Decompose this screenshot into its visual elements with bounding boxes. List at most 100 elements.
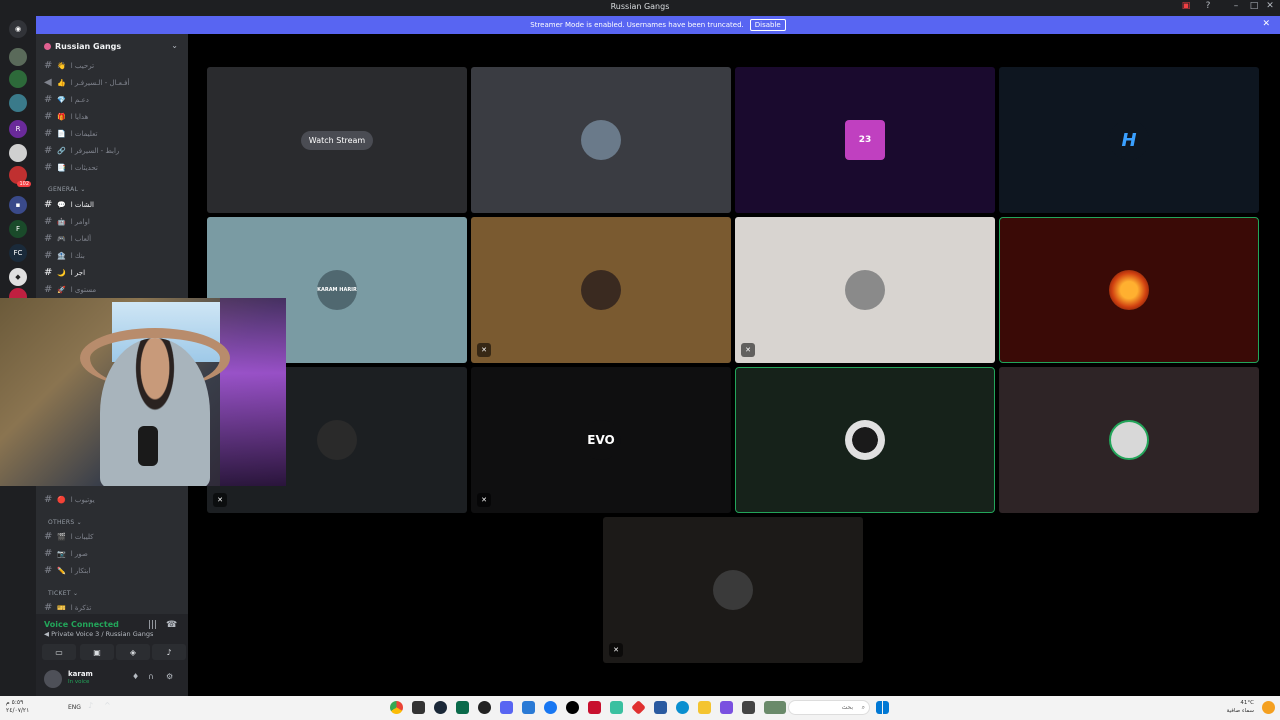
activities-button[interactable]: ◈ [116, 644, 150, 660]
participant-avatar [713, 570, 753, 610]
server-icon[interactable] [9, 144, 27, 162]
channel-item[interactable]: # 🌙 اجر ا [44, 265, 180, 280]
language-indicator[interactable]: ENG [68, 704, 81, 711]
help-icon[interactable]: ? [1200, 1, 1216, 11]
channel-item[interactable]: # 🎫 تذكرة ا [44, 600, 180, 615]
category-others[interactable]: OTHERS ⌄ [48, 519, 82, 526]
server-icon[interactable] [9, 94, 27, 112]
app-icon[interactable] [742, 701, 755, 714]
app-icon[interactable] [478, 701, 491, 714]
channel-item[interactable]: # 🔗 رابط - السيرفر ا [44, 143, 180, 158]
participant-tile[interactable]: H [999, 67, 1259, 213]
channel-item[interactable]: # ✏️ ابتكار ا [44, 563, 180, 578]
participant-tile[interactable]: ✕ [735, 217, 995, 363]
app-icon[interactable] [522, 701, 535, 714]
channel-item[interactable]: # 📑 تحديثات ا [44, 160, 180, 175]
channel-item[interactable]: # 🤖 اوامر ا [44, 214, 180, 229]
muted-icon: ✕ [477, 493, 491, 507]
inbox-icon[interactable]: ▣ [1178, 1, 1194, 11]
discord-icon[interactable] [500, 701, 513, 714]
soundboard-button[interactable]: ♪ [152, 644, 186, 660]
channel-item[interactable]: # 🚀 مستوى ا [44, 282, 180, 297]
channel-item[interactable]: # 💬 الشات ا [44, 197, 180, 212]
camera-button[interactable]: ▭ [42, 644, 76, 660]
participant-tile[interactable]: EVO ✕ [471, 367, 731, 513]
minimize-button[interactable]: – [1228, 1, 1244, 11]
clock[interactable]: ٥:٥٩ م ٢٤/٠٧/٢١ [6, 699, 29, 715]
facebook-icon[interactable] [544, 701, 557, 714]
server-avatar-icon [44, 43, 51, 50]
microphone-icon[interactable]: ♦ [132, 672, 139, 681]
chrome-icon[interactable] [390, 701, 403, 714]
maximize-button[interactable]: □ [1246, 1, 1262, 11]
channel-item[interactable]: # 🏦 بنك ا [44, 248, 180, 263]
voice-channel-name[interactable]: ◀ Private Voice 3 / Russian Gangs [44, 630, 153, 638]
participant-tile[interactable] [999, 367, 1259, 513]
steam-icon[interactable] [434, 701, 447, 714]
server-icon[interactable] [9, 48, 27, 66]
tiktok-icon[interactable] [566, 701, 579, 714]
chevron-down-icon[interactable]: ⌄ [171, 41, 178, 50]
server-icon[interactable]: ◆ [9, 268, 27, 286]
app-icon[interactable] [720, 701, 733, 714]
app-icon[interactable] [764, 701, 786, 714]
disable-streamer-mode-button[interactable]: Disable [749, 19, 786, 31]
stream-tile[interactable]: Watch Stream [207, 67, 467, 213]
app-icon[interactable] [610, 701, 623, 714]
app-icon[interactable] [412, 701, 425, 714]
participant-tile[interactable]: 23 [735, 67, 995, 213]
server-header[interactable]: Russian Gangs [44, 42, 121, 51]
chevron-up-icon[interactable]: ^ [104, 701, 117, 714]
settings-gear-icon[interactable]: ⚙ [166, 672, 173, 681]
speaker-icon[interactable]: ♪ [88, 701, 101, 714]
taskbar-search-input[interactable]: بحث ⌕ [788, 700, 870, 715]
user-status: In voice [68, 679, 90, 685]
close-button[interactable]: ✕ [1262, 1, 1278, 11]
server-icon[interactable]: FC [9, 244, 27, 262]
channel-item[interactable]: # 🎮 ألعاب ا [44, 231, 180, 246]
participant-tile[interactable]: ✕ [603, 517, 863, 663]
channel-item[interactable]: ◀ 👍 أفـعـال - الـسيرفـر ا [44, 75, 180, 90]
weather-sun-icon[interactable] [1262, 701, 1275, 714]
channel-item[interactable]: # 🔴 يوتيوب ا [44, 492, 180, 507]
avatar[interactable] [44, 670, 62, 688]
participant-avatar [845, 270, 885, 310]
app-icon[interactable] [588, 701, 601, 714]
channel-item[interactable]: # 🎁 هدايا ا [44, 109, 180, 124]
participant-tile[interactable]: ✕ [471, 217, 731, 363]
participant-avatar: 23 [845, 120, 885, 160]
channel-item[interactable]: # 👋 ترحيب ا [44, 58, 180, 73]
discord-home-icon[interactable]: ◉ [9, 20, 27, 38]
category-general[interactable]: GENERAL ⌄ [48, 186, 86, 193]
hash-icon: # [44, 267, 53, 278]
headphones-icon[interactable]: ∩ [148, 672, 154, 681]
watch-stream-button[interactable]: Watch Stream [300, 130, 374, 150]
noise-suppression-icon[interactable]: ||| [148, 620, 157, 630]
channel-item[interactable]: # 🎬 كليبات ا [44, 529, 180, 544]
voice-status: Voice Connected [44, 620, 119, 629]
app-icon[interactable] [456, 701, 469, 714]
channel-item[interactable]: # 📷 صور ا [44, 546, 180, 561]
participant-tile[interactable] [999, 217, 1259, 363]
server-icon[interactable]: R [9, 120, 27, 138]
category-ticket[interactable]: TICKET ⌄ [48, 590, 78, 597]
app-icon[interactable] [631, 700, 646, 715]
screen-share-button[interactable]: ▣ [80, 644, 114, 660]
folder-icon[interactable]: ▪ [9, 196, 27, 214]
file-explorer-icon[interactable] [698, 701, 711, 714]
weather-widget[interactable]: 41°C سماء صافية [1227, 699, 1254, 715]
hash-icon: # [44, 494, 53, 505]
app-icon[interactable] [654, 701, 667, 714]
server-icon[interactable]: 102 [9, 166, 31, 187]
server-icon[interactable]: F [9, 220, 27, 238]
channel-item[interactable]: # 💎 دعـم ا [44, 92, 180, 107]
start-windows-icon[interactable] [876, 701, 889, 714]
hash-icon: # [44, 199, 53, 210]
participant-tile[interactable] [735, 367, 995, 513]
channel-item[interactable]: # 📄 تعليمات ا [44, 126, 180, 141]
server-icon[interactable] [9, 70, 27, 88]
banner-close-icon[interactable]: ✕ [1262, 19, 1270, 29]
edge-icon[interactable] [676, 701, 689, 714]
disconnect-icon[interactable]: ☎ [166, 620, 177, 630]
participant-tile[interactable] [471, 67, 731, 213]
